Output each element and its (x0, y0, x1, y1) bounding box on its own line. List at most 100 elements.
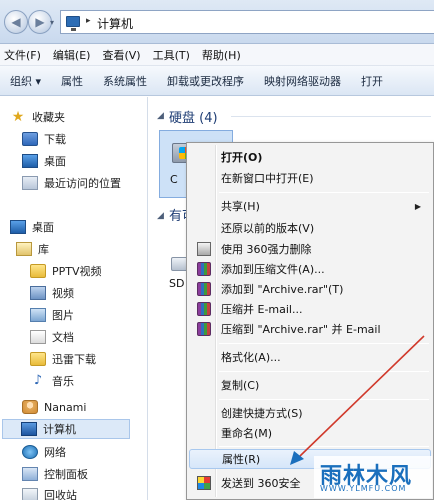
menu-item-restore-label: 还原以前的版本(V) (221, 222, 315, 235)
nav-pictures-label: 图片 (52, 309, 74, 322)
uninstall-program-button[interactable]: 卸载或更改程序 (157, 73, 254, 89)
sd-drive-label[interactable]: SD (169, 277, 184, 290)
menu-item-compress-rar-email[interactable]: 压缩到 "Archive.rar" 并 E-mail (189, 319, 431, 339)
menu-item-add-archive-label: 添加到压缩文件(A)... (221, 263, 325, 276)
computer-icon (66, 16, 80, 31)
menu-separator (219, 192, 429, 193)
menu-item-copy[interactable]: 复制(C) (189, 375, 431, 395)
menu-item-add-to-archive[interactable]: 添加到压缩文件(A)... (189, 259, 431, 279)
nav-user-folder[interactable]: Nanami (22, 397, 86, 417)
nav-thunder-downloads[interactable]: 迅雷下载 (30, 349, 96, 369)
menu-item-format[interactable]: 格式化(A)... (189, 347, 431, 367)
nav-recent-places[interactable]: 最近访问的位置 (22, 173, 121, 193)
nav-videos-label: 视频 (52, 287, 74, 300)
user-folder-icon (22, 400, 38, 414)
menu-view[interactable]: 查看(V) (96, 47, 146, 63)
recent-places-icon (22, 176, 38, 190)
nav-desktop-label: 桌面 (32, 221, 54, 234)
menu-separator (219, 399, 429, 400)
nav-computer-label: 计算机 (43, 423, 76, 436)
breadcrumb-computer[interactable]: 计算机 (97, 15, 133, 32)
nav-recycle-bin[interactable]: 回收站 (22, 485, 77, 500)
star-icon: ★ (11, 109, 25, 125)
desktop-icon (10, 220, 26, 234)
menu-item-share[interactable]: 共享(H) ▶ (189, 196, 431, 216)
nav-desktop[interactable]: 桌面 (10, 217, 54, 237)
network-icon (22, 445, 38, 459)
control-panel-icon (22, 467, 38, 481)
nav-pptv-video[interactable]: PPTV视频 (30, 261, 102, 281)
menu-item-rename-label: 重命名(M) (221, 427, 273, 440)
folder-icon (30, 264, 46, 278)
menu-bar: 文件(F) 编辑(E) 查看(V) 工具(T) 帮助(H) (0, 44, 434, 66)
map-network-drive-button[interactable]: 映射网络驱动器 (254, 73, 351, 89)
menu-item-restore-versions[interactable]: 还原以前的版本(V) (189, 218, 431, 238)
address-bar-region: ◀ ▶ ▾ ▸ 计算机 (0, 0, 434, 44)
nav-documents[interactable]: 文档 (30, 327, 74, 347)
menu-item-properties-label: 属性(R) (222, 453, 261, 466)
winrar-icon (197, 302, 211, 316)
nav-recycle-bin-label: 回收站 (44, 489, 77, 500)
nav-computer[interactable]: 计算机 (2, 419, 130, 439)
menu-item-rename[interactable]: 重命名(M) (189, 423, 431, 443)
nav-library[interactable]: 库 (16, 239, 49, 259)
nav-control-panel-label: 控制面板 (44, 468, 88, 481)
collapse-group-icon[interactable]: ◢ (157, 211, 164, 221)
nav-recent-label: 最近访问的位置 (44, 177, 121, 190)
video-library-icon (30, 286, 46, 300)
pictures-library-icon (30, 308, 46, 322)
menu-item-send-to-360-label: 发送到 360安全 (221, 477, 301, 490)
recycle-bin-icon (22, 488, 38, 500)
nav-control-panel[interactable]: 控制面板 (22, 464, 88, 484)
nav-downloads[interactable]: 下载 (22, 129, 66, 149)
nav-library-label: 库 (38, 243, 49, 256)
menu-separator (219, 446, 429, 447)
menu-item-open[interactable]: 打开(O) (189, 147, 431, 167)
back-button[interactable]: ◀ (4, 10, 28, 34)
submenu-arrow-icon: ▶ (414, 201, 421, 211)
menu-file[interactable]: 文件(F) (0, 47, 47, 63)
nav-music-label: 音乐 (52, 375, 74, 388)
menu-item-copy-label: 复制(C) (221, 379, 260, 392)
computer-icon (21, 422, 37, 436)
nav-music[interactable]: ♪ 音乐 (30, 371, 74, 391)
collapse-group-icon[interactable]: ◢ (157, 111, 164, 121)
menu-tools[interactable]: 工具(T) (147, 47, 196, 63)
nav-pictures[interactable]: 图片 (30, 305, 74, 325)
menu-item-compress-email[interactable]: 压缩并 E-mail... (189, 299, 431, 319)
nav-network[interactable]: 网络 (22, 442, 66, 462)
nav-documents-label: 文档 (52, 331, 74, 344)
menu-item-360-force-delete[interactable]: 使用 360强力删除 (189, 239, 431, 259)
breadcrumb-separator-icon[interactable]: ▸ (86, 16, 91, 26)
nav-videos[interactable]: 视频 (30, 283, 74, 303)
menu-item-format-label: 格式化(A)... (221, 351, 281, 364)
watermark-logo: 雨林木风 WWW.YLMFU.COM (314, 456, 432, 498)
forward-arrow-icon: ▶ (35, 15, 45, 29)
recent-pages-dropdown-icon[interactable]: ▾ (50, 18, 54, 27)
command-bar: 组织 ▾ 属性 系统属性 卸载或更改程序 映射网络驱动器 打开 (0, 66, 434, 96)
nav-fav-desktop-label: 桌面 (44, 155, 66, 168)
watermark-url: WWW.YLMFU.COM (320, 484, 407, 493)
forward-button[interactable]: ▶ (28, 10, 52, 34)
nav-fav-desktop[interactable]: 桌面 (22, 151, 66, 171)
menu-separator (219, 343, 429, 344)
context-menu: 打开(O) 在新窗口中打开(E) 共享(H) ▶ 还原以前的版本(V) 使用 3… (186, 142, 434, 500)
folder-icon (30, 352, 46, 366)
organize-button[interactable]: 组织 ▾ (0, 73, 51, 89)
downloads-folder-icon (22, 132, 38, 146)
menu-item-create-shortcut[interactable]: 创建快捷方式(S) (189, 403, 431, 423)
menu-item-share-label: 共享(H) (221, 200, 260, 213)
system-properties-button[interactable]: 系统属性 (93, 73, 157, 89)
menu-edit[interactable]: 编辑(E) (47, 47, 97, 63)
menu-item-open-new-window[interactable]: 在新窗口中打开(E) (189, 168, 431, 188)
address-field[interactable]: ▸ 计算机 (60, 10, 434, 34)
nav-favorites[interactable]: ★ 收藏夹 (10, 107, 65, 127)
group-header-hard-drives[interactable]: 硬盘 (4) (169, 107, 218, 126)
properties-button[interactable]: 属性 (51, 73, 93, 89)
menu-item-open-new-window-label: 在新窗口中打开(E) (221, 172, 314, 185)
open-control-panel-button[interactable]: 打开 (351, 73, 393, 89)
menu-item-add-to-archive-rar[interactable]: 添加到 "Archive.rar"(T) (189, 279, 431, 299)
menu-help[interactable]: 帮助(H) (196, 47, 247, 63)
navigation-pane: ★ 收藏夹 下载 桌面 最近访问的位置 桌面 库 PPTV视频 视频 图片 文档… (0, 97, 148, 500)
menu-item-compress-rar-email-label: 压缩到 "Archive.rar" 并 E-mail (221, 323, 381, 336)
